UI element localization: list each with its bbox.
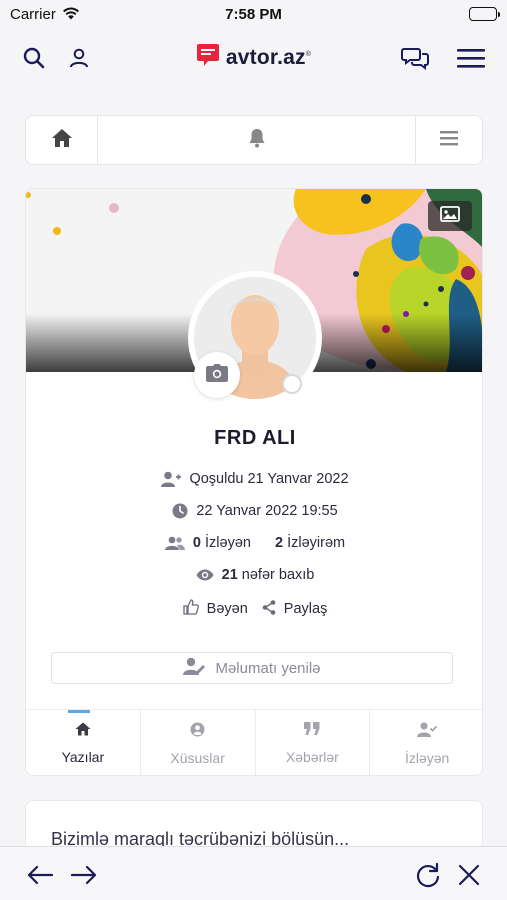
last-seen-row: 22 Yanvar 2022 19:55: [26, 503, 482, 519]
browser-toolbar: [0, 846, 507, 900]
top-nav-bar: [25, 115, 483, 165]
battery-icon: [469, 7, 500, 21]
profile-card: FRD ALI Qoşuldu 21 Yanvar 2022 22 Yanvar…: [25, 188, 483, 776]
tab-label: Yazılar: [61, 749, 105, 765]
reload-icon[interactable]: [412, 859, 444, 891]
menu-icon[interactable]: [455, 42, 487, 74]
list-icon: [440, 130, 458, 151]
update-info-label: Məlumatı yenilə: [215, 659, 321, 677]
home-button[interactable]: [26, 116, 98, 164]
share-icon: [262, 599, 276, 619]
joined-row: Qoşuldu 21 Yanvar 2022: [26, 471, 482, 487]
home-icon: [75, 722, 91, 739]
status-bar: Carrier 7:58 PM: [0, 0, 507, 28]
camera-icon: [206, 363, 228, 387]
tab-label: Xəbərlər: [285, 749, 339, 765]
logo-mark-icon: [196, 42, 220, 73]
chat-icon[interactable]: [399, 42, 431, 74]
joined-text: Qoşuldu 21 Yanvar 2022: [189, 471, 349, 487]
share-button[interactable]: Paylaş: [262, 599, 328, 619]
user-plus-icon: [161, 471, 182, 487]
profile-name: FRD ALI: [214, 427, 296, 449]
change-cover-button[interactable]: [428, 201, 472, 231]
logo-text: avtor.az®: [225, 45, 312, 69]
tab-posts[interactable]: Yazılar: [26, 710, 141, 775]
image-icon: [440, 205, 460, 227]
user-check-icon: [417, 721, 438, 740]
like-label: Bəyən: [206, 601, 248, 617]
tab-news[interactable]: Xəbərlər: [256, 710, 371, 775]
tab-followers[interactable]: İzləyən: [370, 710, 482, 775]
clock-icon: [172, 503, 188, 519]
tab-label: Xüsuslar: [170, 749, 225, 766]
followers-link[interactable]: 0 İzləyən: [193, 535, 251, 551]
update-info-button[interactable]: Məlumatı yenilə: [51, 652, 453, 684]
follow-stats-row: 0 İzləyən 2 İzləyirəm: [26, 535, 482, 551]
tab-features[interactable]: Xüsuslar: [141, 710, 256, 775]
actions-row: Bəyən Paylaş: [26, 599, 482, 619]
like-button[interactable]: Bəyən: [183, 599, 248, 619]
bell-icon: [248, 128, 266, 153]
forward-arrow-icon[interactable]: [68, 859, 100, 891]
tab-label: İzləyən: [404, 749, 450, 766]
profile-tabs: Yazılar Xüsuslar Xəbərlər İzləyən: [26, 709, 482, 775]
change-avatar-button[interactable]: [194, 352, 240, 398]
eye-icon: [196, 569, 214, 581]
views-text: 21 nəfər baxıb: [221, 567, 315, 583]
views-row: 21 nəfər baxıb: [26, 567, 482, 583]
back-arrow-icon[interactable]: [24, 859, 56, 891]
clock: 7:58 PM: [225, 6, 282, 23]
user-edit-icon: [183, 657, 206, 679]
thumbs-up-icon: [183, 599, 199, 619]
app-header: avtor.az®: [0, 28, 507, 90]
home-icon: [51, 128, 73, 153]
quote-icon: [304, 722, 320, 739]
share-label: Paylaş: [283, 601, 328, 617]
users-icon: [164, 536, 185, 550]
notifications-button[interactable]: [98, 116, 415, 164]
options-button[interactable]: [415, 116, 482, 164]
last-seen-text: 22 Yanvar 2022 19:55: [196, 503, 338, 519]
status-indicator: [282, 374, 302, 394]
user-circle-icon: [190, 722, 205, 740]
close-icon[interactable]: [453, 859, 485, 891]
following-link[interactable]: 2 İzləyirəm: [275, 535, 345, 551]
